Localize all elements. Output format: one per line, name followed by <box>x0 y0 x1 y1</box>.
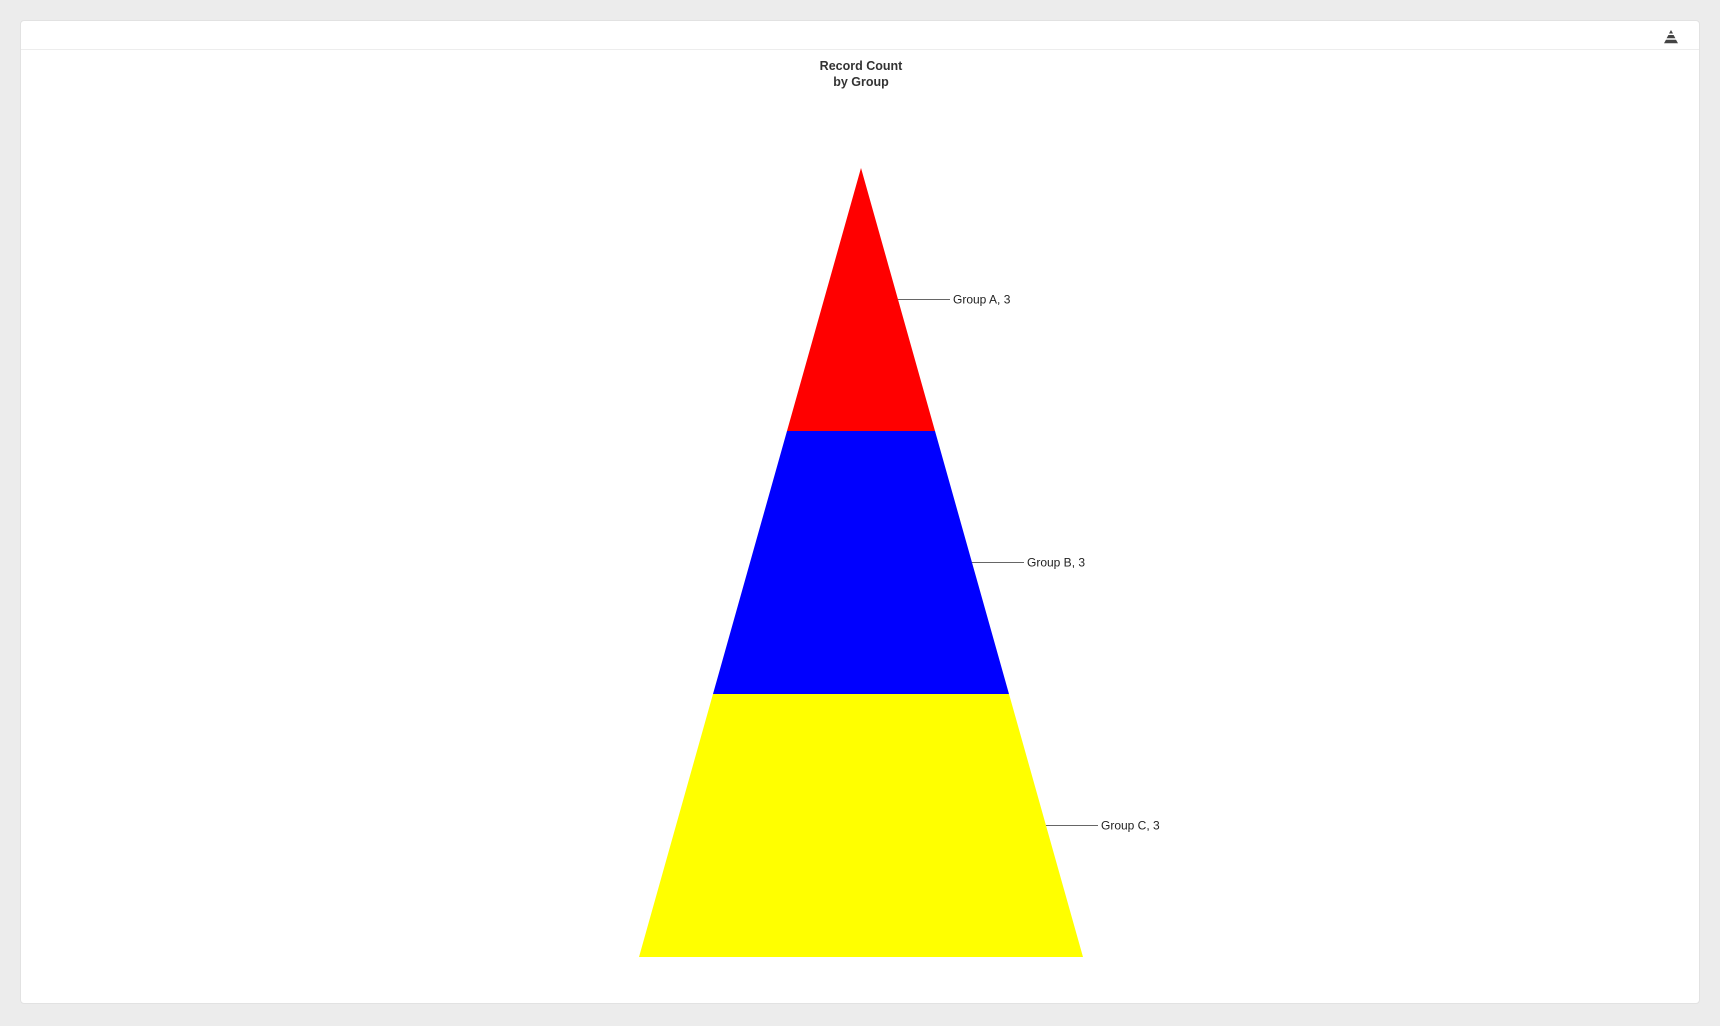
chart-area: Record Count by Group Group A, 3 Group B,… <box>21 50 1701 1004</box>
slice-data-label: Group C, 3 <box>1101 819 1160 833</box>
chart-card: Record Count by Group Group A, 3 Group B,… <box>20 20 1700 1004</box>
pyramid-slice-group-c[interactable] <box>639 694 1083 957</box>
slice-data-label: Group A, 3 <box>953 293 1011 307</box>
slice-data-label: Group B, 3 <box>1027 556 1085 570</box>
card-header <box>21 21 1699 50</box>
chart-title-line-1: Record Count <box>820 59 903 73</box>
pyramid-slice-group-b[interactable] <box>713 431 1009 694</box>
pyramid-chart: Record Count by Group Group A, 3 Group B,… <box>639 59 1160 957</box>
chart-title-line-2: by Group <box>833 75 889 89</box>
pyramid-chart-icon <box>1664 29 1678 43</box>
chart-type-button[interactable] <box>1661 26 1681 46</box>
